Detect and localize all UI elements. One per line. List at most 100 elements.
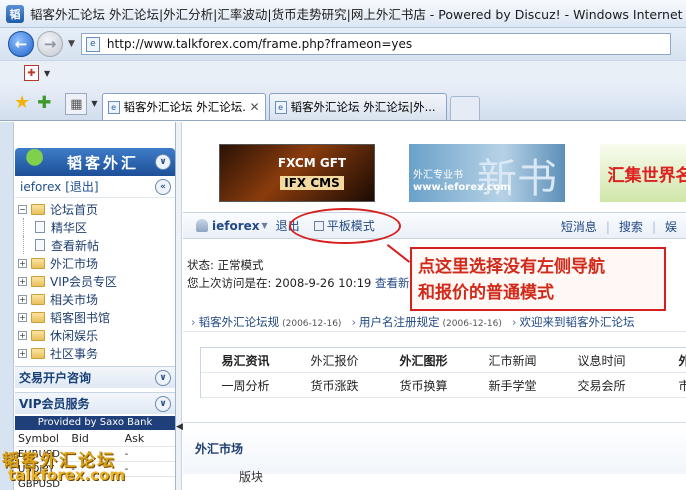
quick-link[interactable]: 易汇资讯 [201,348,290,372]
tree-item-digest[interactable]: 精华区 [15,218,175,236]
quote-symbol: GBPUSD [18,478,61,490]
window-title: 韬客外汇论坛 外汇论坛|外汇分析|汇率波动|货币走势研究|网上外汇书店 - Po… [30,7,686,22]
folder-icon [31,293,45,305]
address-bar[interactable]: e [80,33,671,55]
new-tab-button[interactable] [449,96,480,120]
sidebar-logout-link[interactable]: [退出] [65,178,98,195]
banner-ieforex-big: 新书 [477,156,557,202]
messages-link[interactable]: 短消息 [561,218,597,235]
announcements-row: › 韬客外汇论坛规 (2006-12-16) › 用户名注册规定 (2006-12-16… [183,312,686,332]
tree-item-label: 精华区 [51,220,88,235]
arrow-icon: › [351,314,357,329]
quick-link[interactable]: 市场 [646,373,686,397]
entertainment-link[interactable]: 娱 [665,218,677,235]
tab-forum-2[interactable]: e 韬客外汇论坛 外汇论坛|外... [268,93,447,120]
quick-link[interactable]: 汇市新闻 [468,348,557,372]
history-dropdown-icon[interactable]: ▼ [68,39,75,49]
banner-fxcm[interactable]: FXCM GFT IFX CMS [219,144,375,202]
quick-link[interactable]: 议息时间 [557,348,646,372]
close-tab-icon[interactable]: ✕ [249,100,259,114]
quick-link[interactable]: 新手学堂 [468,373,557,397]
quick-link[interactable]: 交易会所 [557,373,646,397]
tree-item-new-posts[interactable]: 查看新帖 [15,236,175,254]
tree-line [23,236,33,254]
view-new-posts-link[interactable]: 查看新 [375,276,410,290]
url-input[interactable] [106,37,667,51]
user-dropdown-icon[interactable]: ▼ [262,221,268,230]
tree-item-related-markets[interactable]: + 相关市场 [15,290,175,308]
quote-bid: - [71,448,75,460]
expand-icon[interactable]: + [18,312,27,322]
feed-icon[interactable]: ✚ [24,65,39,81]
quote-ask: - [124,448,129,460]
collapse-icon[interactable]: − [18,204,27,214]
navbar-username[interactable]: ieforex [212,219,260,233]
quick-link[interactable]: 外汇报价 [290,348,379,372]
tree-item-forex-market[interactable]: + 外汇市场 [15,254,175,272]
section-vip-service[interactable]: VIP会员服务 ∨ [15,392,175,414]
banner-huiji[interactable]: 汇集世界名 [600,144,686,202]
add-favorite-icon[interactable]: ✚ [37,93,51,113]
expand-icon[interactable]: + [18,294,27,304]
sidebar-username[interactable]: ieforex [20,180,61,194]
announcement-title: 用户名注册规定 [359,314,440,329]
quote-row: GBPUSD [15,476,175,490]
annotation-callout: 点这里选择没有左侧导航 和报价的普通模式 [410,247,666,311]
splitter-arrow-icon[interactable]: ◀ [176,422,183,432]
feed-dropdown-icon[interactable]: ▼ [44,69,50,78]
banner-fxcm-line1: FXCM GFT [277,156,347,170]
quick-link[interactable]: 外汇 [646,348,686,372]
tree-item-library[interactable]: + 韬客图书馆 [15,308,175,326]
quick-link[interactable]: 外汇图形 [379,348,468,372]
quick-link[interactable]: 一周分析 [201,373,290,397]
tab-list-dropdown-icon[interactable]: ▼ [91,99,97,108]
banner-ieforex[interactable]: 新书 外汇专业书 www.ieforex.com [409,144,565,202]
quick-link[interactable]: 货币涨跌 [290,373,379,397]
expand-icon[interactable]: + [18,330,27,340]
tree-item-label: 相关市场 [50,292,99,307]
forum-column-label: 版块 [239,470,264,484]
last-visit: 您上次访问是在: 2008-9-26 10:19 [187,276,372,290]
search-link[interactable]: 搜索 [619,218,643,235]
collapse-chevron-icon[interactable]: ∨ [155,154,171,170]
back-button[interactable]: ← [8,31,34,57]
folder-icon [31,275,45,287]
announcement-item[interactable]: › 用户名注册规定 (2006-12-16) [351,314,501,330]
tree-item-leisure[interactable]: + 休闲娱乐 [15,326,175,344]
window-titlebar: 韬 韬客外汇论坛 外汇论坛|外汇分析|汇率波动|货币走势研究|网上外汇书店 - … [0,0,686,28]
tree-item-home[interactable]: − 论坛首页 [15,200,175,218]
tree-item-label: 韬客图书馆 [50,310,111,325]
tab-forum-active[interactable]: e 韬客外汇论坛 外汇论坛... ✕ [101,93,266,120]
sidebar-edge [0,122,14,490]
forum-category-title[interactable]: 外汇市场 [183,422,686,474]
quote-bid: - [71,463,75,475]
tree-item-label: 查看新帖 [51,238,100,253]
expand-chevron-icon[interactable]: ∨ [155,396,171,412]
section-trading-accounts[interactable]: 交易开户咨询 ∨ [15,366,175,388]
folder-icon [31,347,45,359]
expand-icon[interactable]: + [18,276,27,286]
home-folder-icon [31,203,45,215]
announcement-item[interactable]: › 韬客外汇论坛规 (2006-12-16) [191,314,341,330]
tree-item-vip[interactable]: + VIP会员专区 [15,272,175,290]
expand-icon[interactable]: + [18,258,27,268]
frame-splitter[interactable]: ◀ [176,122,183,490]
favorites-star-icon[interactable]: ★ [14,92,30,113]
quote-symbol: EURUSD [18,448,60,460]
hide-sidebar-icon[interactable]: « [155,179,171,195]
expand-icon[interactable]: + [18,348,27,358]
callout-line1: 点这里选择没有左侧导航 [418,257,605,277]
quick-link[interactable]: 货币换算 [379,373,468,397]
expand-chevron-icon[interactable]: ∨ [155,370,171,386]
left-sidebar: ● 韬客外汇 ∨ ieforex [退出] « − 论坛首页 精华区 查看新帖 … [0,122,176,490]
sidebar-logo-bar: ● 韬客外汇 ∨ [15,144,175,176]
arrow-icon: › [511,314,517,329]
address-toolbar: ← → ▼ e [0,28,686,60]
announcement-item[interactable]: › 欢迎来到韬客外汇论坛 [512,314,635,330]
folder-icon [31,329,45,341]
tree-item-community[interactable]: + 社区事务 [15,344,175,362]
forward-button[interactable]: → [37,31,63,57]
quote-symbol: USDJPY [18,463,55,475]
forum-category: 外汇市场 版块 [183,422,686,490]
quick-tabs-icon[interactable]: ▦ [65,93,88,115]
